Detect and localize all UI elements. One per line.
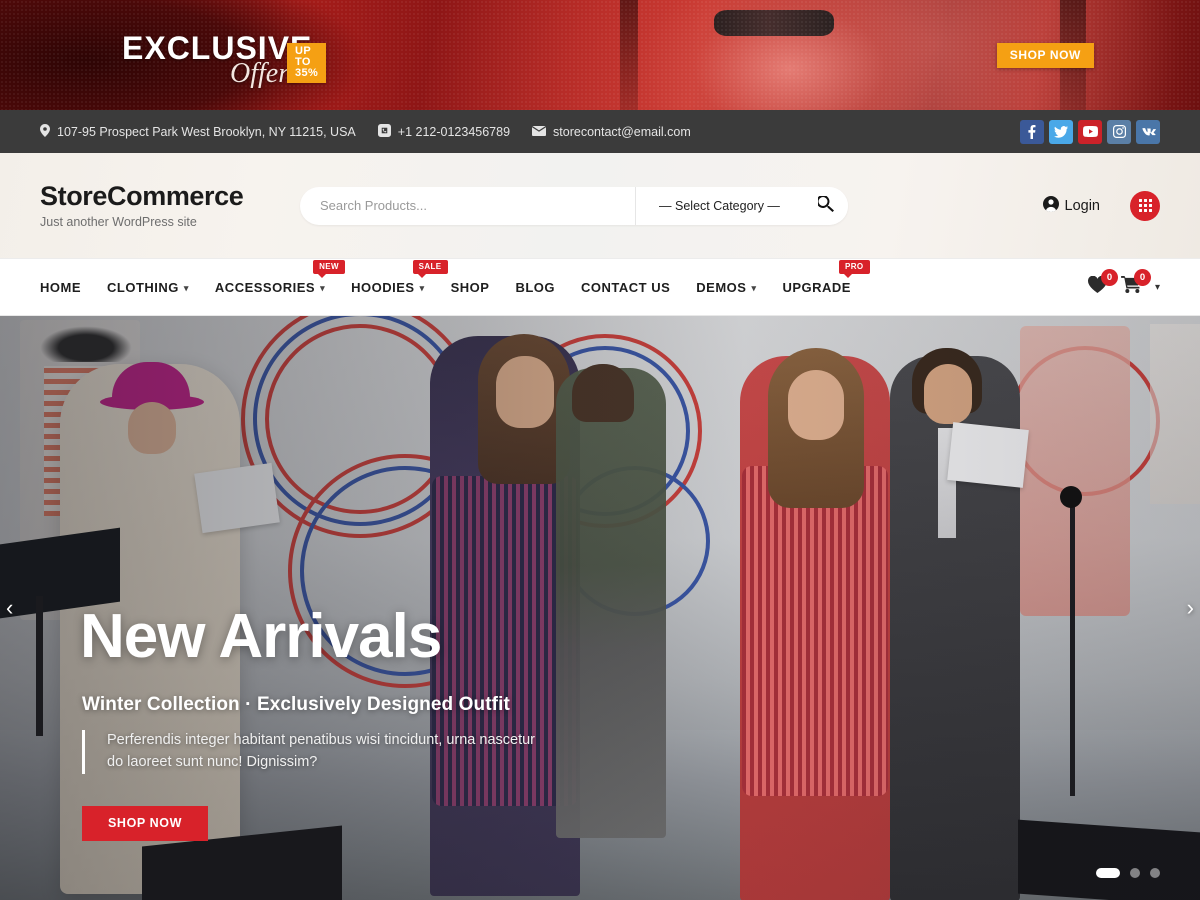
site-branding[interactable]: StoreCommerce Just another WordPress sit… [40, 180, 300, 230]
envelope-icon [532, 125, 547, 139]
slider-dot-2[interactable] [1130, 868, 1140, 878]
vk-icon[interactable] [1136, 119, 1160, 144]
chevron-down-icon: ▾ [1154, 281, 1160, 293]
promo-banner: EXCLUSIVE Offers UP TO 35% SHOP NOW [0, 0, 1200, 110]
nav-badge-pro: PRO [838, 260, 870, 278]
nav-badge-sale: SALE [412, 260, 448, 278]
hero-subtitle: Winter Collection · Exclusively Designed… [82, 694, 510, 715]
category-select[interactable]: — Select Category — [635, 186, 803, 225]
nav-list: HOME CLOTHING ▾ ACCESSORIES ▾ NEW HOODIE… [40, 258, 870, 316]
youtube-icon[interactable] [1078, 119, 1102, 144]
promo-shop-now-button[interactable]: SHOP NOW [996, 43, 1094, 68]
nav-item-home[interactable]: HOME [40, 258, 81, 316]
site-header: StoreCommerce Just another WordPress sit… [0, 153, 1200, 258]
facebook-icon[interactable] [1020, 119, 1044, 144]
nav-item-clothing[interactable]: CLOTHING ▾ [107, 258, 189, 316]
search-icon [815, 194, 834, 215]
login-link[interactable]: Login [1042, 195, 1100, 216]
nav-label: UPGRADE [782, 279, 851, 295]
contact-email-text: storecontact@email.com [553, 124, 691, 139]
social-links [1020, 119, 1160, 144]
apps-grid-icon [1138, 199, 1152, 212]
slider-dot-1[interactable] [1096, 868, 1120, 878]
contact-phone-text: +1 212-0123456789 [397, 124, 511, 139]
nav-label: ACCESSORIES [214, 279, 316, 295]
apps-grid-button[interactable] [1130, 190, 1160, 221]
chevron-right-icon[interactable]: › [1187, 597, 1194, 619]
chevron-down-icon: ▾ [183, 282, 189, 293]
twitter-icon[interactable] [1049, 119, 1073, 144]
slider-pagination [1096, 868, 1160, 878]
nav-label: HOODIES [351, 279, 415, 295]
chevron-down-icon: ▾ [751, 282, 757, 293]
nav-label: HOME [40, 279, 81, 295]
promo-discount-badge: UP TO 35% [287, 43, 327, 83]
contact-phone[interactable]: +1 212-0123456789 [377, 123, 511, 140]
contact-email[interactable]: storecontact@email.com [532, 125, 691, 139]
wishlist-count: 0 [1100, 269, 1118, 286]
chevron-down-icon: ▾ [419, 282, 425, 293]
nav-item-upgrade[interactable]: UPGRADE PRO [782, 258, 870, 316]
nav-label: DEMOS [696, 279, 747, 295]
promo-headline-group: EXCLUSIVE Offers UP TO 35% [122, 32, 327, 89]
user-icon [1042, 195, 1059, 216]
main-navigation: HOME CLOTHING ▾ ACCESSORIES ▾ NEW HOODIE… [0, 258, 1200, 316]
hero-shop-now-button[interactable]: SHOP NOW [82, 806, 209, 841]
site-title: StoreCommerce [40, 180, 244, 211]
search-input[interactable] [300, 186, 635, 225]
product-search-bar: — Select Category — [300, 186, 848, 225]
hero-title: New Arrivals [80, 602, 442, 671]
login-label: Login [1064, 197, 1100, 214]
nav-item-demos[interactable]: DEMOS ▾ [696, 258, 756, 316]
chevron-down-icon: ▾ [320, 282, 326, 293]
nav-label: CONTACT US [581, 279, 671, 295]
nav-label: CLOTHING [107, 279, 179, 295]
cart-count: 0 [1133, 269, 1151, 286]
nav-badge-new: NEW [313, 260, 345, 278]
instagram-icon[interactable] [1107, 119, 1131, 144]
nav-item-blog[interactable]: BLOG [515, 258, 555, 316]
nav-label: BLOG [515, 279, 555, 295]
site-tagline: Just another WordPress site [40, 215, 197, 230]
nav-item-hoodies[interactable]: HOODIES ▾ SALE [351, 258, 448, 316]
nav-item-accessories[interactable]: ACCESSORIES ▾ NEW [214, 258, 345, 316]
nav-item-shop[interactable]: SHOP [451, 258, 490, 316]
chevron-left-icon[interactable]: ‹ [6, 597, 13, 619]
hero-description: Perferendis integer habitant penatibus w… [82, 730, 552, 774]
contact-address-text: 107-95 Prospect Park West Brooklyn, NY 1… [57, 124, 356, 139]
top-contact-bar: 107-95 Prospect Park West Brooklyn, NY 1… [0, 110, 1200, 153]
contact-address: 107-95 Prospect Park West Brooklyn, NY 1… [40, 123, 356, 140]
map-pin-icon [40, 123, 50, 140]
search-submit-button[interactable] [803, 186, 848, 225]
hero-slider: New Arrivals Winter Collection · Exclusi… [0, 316, 1200, 900]
phone-icon [377, 123, 391, 140]
slider-dot-3[interactable] [1150, 868, 1160, 878]
nav-item-contact-us[interactable]: CONTACT US [581, 258, 670, 316]
wishlist-button[interactable]: 0 [1087, 269, 1118, 298]
nav-label: SHOP [450, 279, 490, 295]
cart-button[interactable]: 0 ▾ [1121, 269, 1160, 298]
